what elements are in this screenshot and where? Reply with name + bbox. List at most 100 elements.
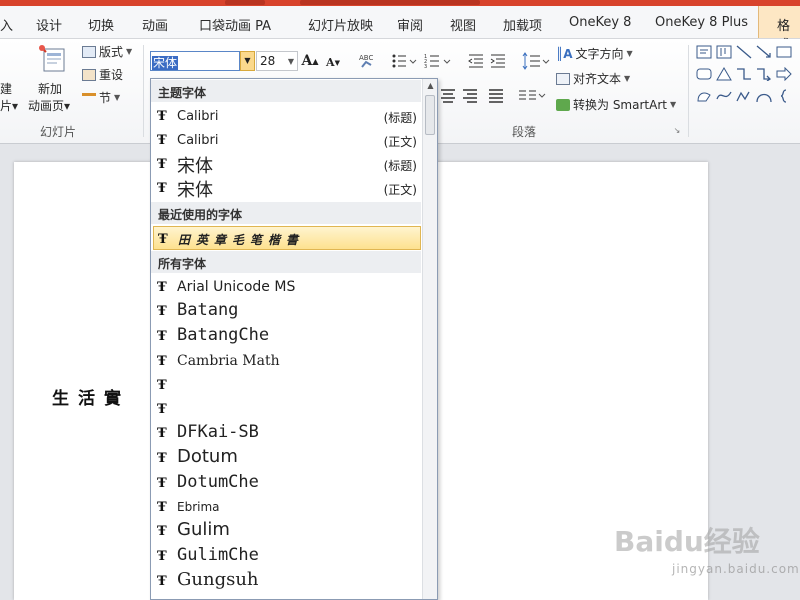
tab-addins[interactable]: 加载项 <box>503 15 542 34</box>
increase-indent-icon[interactable] <box>490 53 506 69</box>
text-direction-button[interactable]: ║A 文字方向 ▼ <box>556 45 633 62</box>
section-button[interactable]: 节 ▼ <box>82 89 120 106</box>
truetype-icon: Ŧ <box>157 157 167 172</box>
reset-button[interactable]: 重设 <box>82 66 123 83</box>
rectangle-shape-icon[interactable] <box>776 45 792 59</box>
font-item-songti-body[interactable]: Ŧ 宋体 (正文) <box>153 176 421 201</box>
font-item-name: 宋体 <box>177 180 213 201</box>
tab-onekey8-plus[interactable]: OneKey 8 Plus <box>655 15 748 30</box>
font-item-name: Cambria Math <box>177 353 280 369</box>
new-animation-page-label[interactable]: 新加 <box>38 80 62 97</box>
font-item-dfkai-sb[interactable]: Ŧ DFKai-SB <box>153 421 421 445</box>
smartart-icon <box>556 98 570 111</box>
tab-review[interactable]: 审阅 <box>397 15 423 34</box>
recent-fonts-header: 最近使用的字体 <box>151 202 421 224</box>
font-item-name: Dotum <box>177 446 238 467</box>
tab-view[interactable]: 视图 <box>450 15 476 34</box>
group-divider <box>143 45 144 137</box>
tab-animations[interactable]: 动画 <box>142 15 168 34</box>
scroll-up-icon[interactable]: ▲ <box>423 81 437 93</box>
tab-slideshow[interactable]: 幻灯片放映 <box>308 15 373 34</box>
svg-text:ABC: ABC <box>359 54 373 62</box>
columns-icon[interactable] <box>518 89 546 103</box>
brace-shape-icon[interactable] <box>776 89 792 103</box>
align-right-icon[interactable] <box>462 89 478 103</box>
convert-smartart-label: 转换为 SmartArt <box>573 98 667 112</box>
truetype-icon: Ŧ <box>157 524 167 539</box>
scribble-shape-icon[interactable] <box>736 89 752 103</box>
numbered-list-icon[interactable]: 123 <box>424 53 454 69</box>
font-item-tag: (正文) <box>383 183 417 197</box>
font-name-value: 宋体 <box>152 56 179 70</box>
truetype-icon: Ŧ <box>157 574 167 589</box>
bullet-list-icon[interactable] <box>392 53 418 69</box>
justify-icon[interactable] <box>488 89 504 103</box>
truetype-icon: Ŧ <box>157 549 167 564</box>
triangle-shape-icon[interactable] <box>716 67 732 81</box>
font-item-recent-selected[interactable]: Ŧ 田英章毛笔楷書 <box>153 226 421 250</box>
font-item-blank-2[interactable]: Ŧ <box>153 397 421 421</box>
new-animation-page-icon[interactable] <box>36 43 70 75</box>
new-slide-button-label-2[interactable]: 片▾ <box>0 97 18 114</box>
rounded-rectangle-shape-icon[interactable] <box>696 67 712 81</box>
tab-format[interactable]: 格式 <box>758 6 800 53</box>
font-item-batang[interactable]: Ŧ Batang <box>153 299 421 323</box>
truetype-icon: Ŧ <box>157 304 167 319</box>
font-item-batangche[interactable]: Ŧ BatangChe <box>153 324 421 348</box>
font-item-cambria-math[interactable]: Ŧ Cambria Math <box>153 349 421 373</box>
arc-shape-icon[interactable] <box>756 89 772 103</box>
dropdown-scrollbar[interactable]: ▲ <box>422 79 437 599</box>
font-item-calibri-heading[interactable]: Ŧ Calibri (标题) <box>153 104 421 128</box>
truetype-icon: Ŧ <box>157 133 167 148</box>
font-item-name: DFKai-SB <box>177 422 259 442</box>
tab-onekey8[interactable]: OneKey 8 <box>569 15 631 30</box>
right-arrow-shape-icon[interactable] <box>776 67 792 81</box>
font-item-ebrima[interactable]: Ŧ Ebrima <box>153 495 421 519</box>
tab-pocket-animation[interactable]: 口袋动画 PA <box>199 15 271 34</box>
font-item-tag: (标题) <box>383 159 417 173</box>
convert-smartart-button[interactable]: 转换为 SmartArt ▼ <box>556 96 676 113</box>
elbow-connector-shape-icon[interactable] <box>736 67 752 81</box>
scrollbar-thumb[interactable] <box>425 95 435 135</box>
decrease-indent-icon[interactable] <box>468 53 484 69</box>
align-center-icon[interactable] <box>440 89 456 103</box>
line-shape-icon[interactable] <box>736 45 752 59</box>
align-text-label: 对齐文本 <box>573 72 622 86</box>
align-text-button[interactable]: 对齐文本 ▼ <box>556 70 630 87</box>
dialog-launcher-icon[interactable]: ↘ <box>672 125 682 135</box>
freeform-shape-icon[interactable] <box>696 89 712 103</box>
watermark-url: jingyan.baidu.com <box>672 562 800 576</box>
font-name-input[interactable]: 宋体 <box>150 51 240 71</box>
clear-formatting-icon[interactable]: ABC <box>356 51 376 71</box>
font-item-blank-1[interactable]: Ŧ <box>153 373 421 397</box>
font-item-songti-heading[interactable]: Ŧ 宋体 (标题) <box>153 152 421 177</box>
font-dropdown-button[interactable]: ▼ <box>240 51 255 71</box>
tab-transitions[interactable]: 切换 <box>88 15 114 34</box>
textbox-shape-icon[interactable] <box>696 45 712 59</box>
font-item-dotumche[interactable]: Ŧ DotumChe <box>153 471 421 495</box>
elbow-arrow-shape-icon[interactable] <box>756 67 772 81</box>
layout-button[interactable]: 版式 ▼ <box>82 43 132 60</box>
font-item-gungsuh[interactable]: Ŧ Gungsuh <box>153 569 421 593</box>
grow-font-icon[interactable]: A ▲ <box>301 52 318 70</box>
font-item-calibri-body[interactable]: Ŧ Calibri (正文) <box>153 128 421 152</box>
font-item-dotum[interactable]: Ŧ Dotum <box>153 446 421 470</box>
line-spacing-icon[interactable] <box>522 52 550 70</box>
truetype-icon: Ŧ <box>157 378 167 393</box>
font-item-gulim[interactable]: Ŧ Gulim <box>153 519 421 543</box>
arrow-line-shape-icon[interactable] <box>756 45 772 59</box>
font-size-input[interactable]: 28 ▼ <box>256 51 298 71</box>
new-animation-page-label-2[interactable]: 动画页▾ <box>28 97 70 114</box>
font-item-gulimche[interactable]: Ŧ GulimChe <box>153 544 421 568</box>
slide-text-box[interactable]: 生活實 <box>52 384 130 409</box>
truetype-icon: Ŧ <box>157 354 167 369</box>
group-divider <box>688 45 689 137</box>
font-item-arial-unicode[interactable]: Ŧ Arial Unicode MS <box>153 275 421 299</box>
tab-insert-cut[interactable]: 入 <box>0 15 13 34</box>
shrink-font-icon[interactable]: A ▼ <box>326 54 340 70</box>
vertical-textbox-shape-icon[interactable] <box>716 45 732 59</box>
curve-shape-icon[interactable] <box>716 89 732 103</box>
new-slide-button-label[interactable]: 建 <box>0 80 12 97</box>
tab-design[interactable]: 设计 <box>36 15 62 34</box>
text-direction-label: 文字方向 <box>575 47 624 61</box>
